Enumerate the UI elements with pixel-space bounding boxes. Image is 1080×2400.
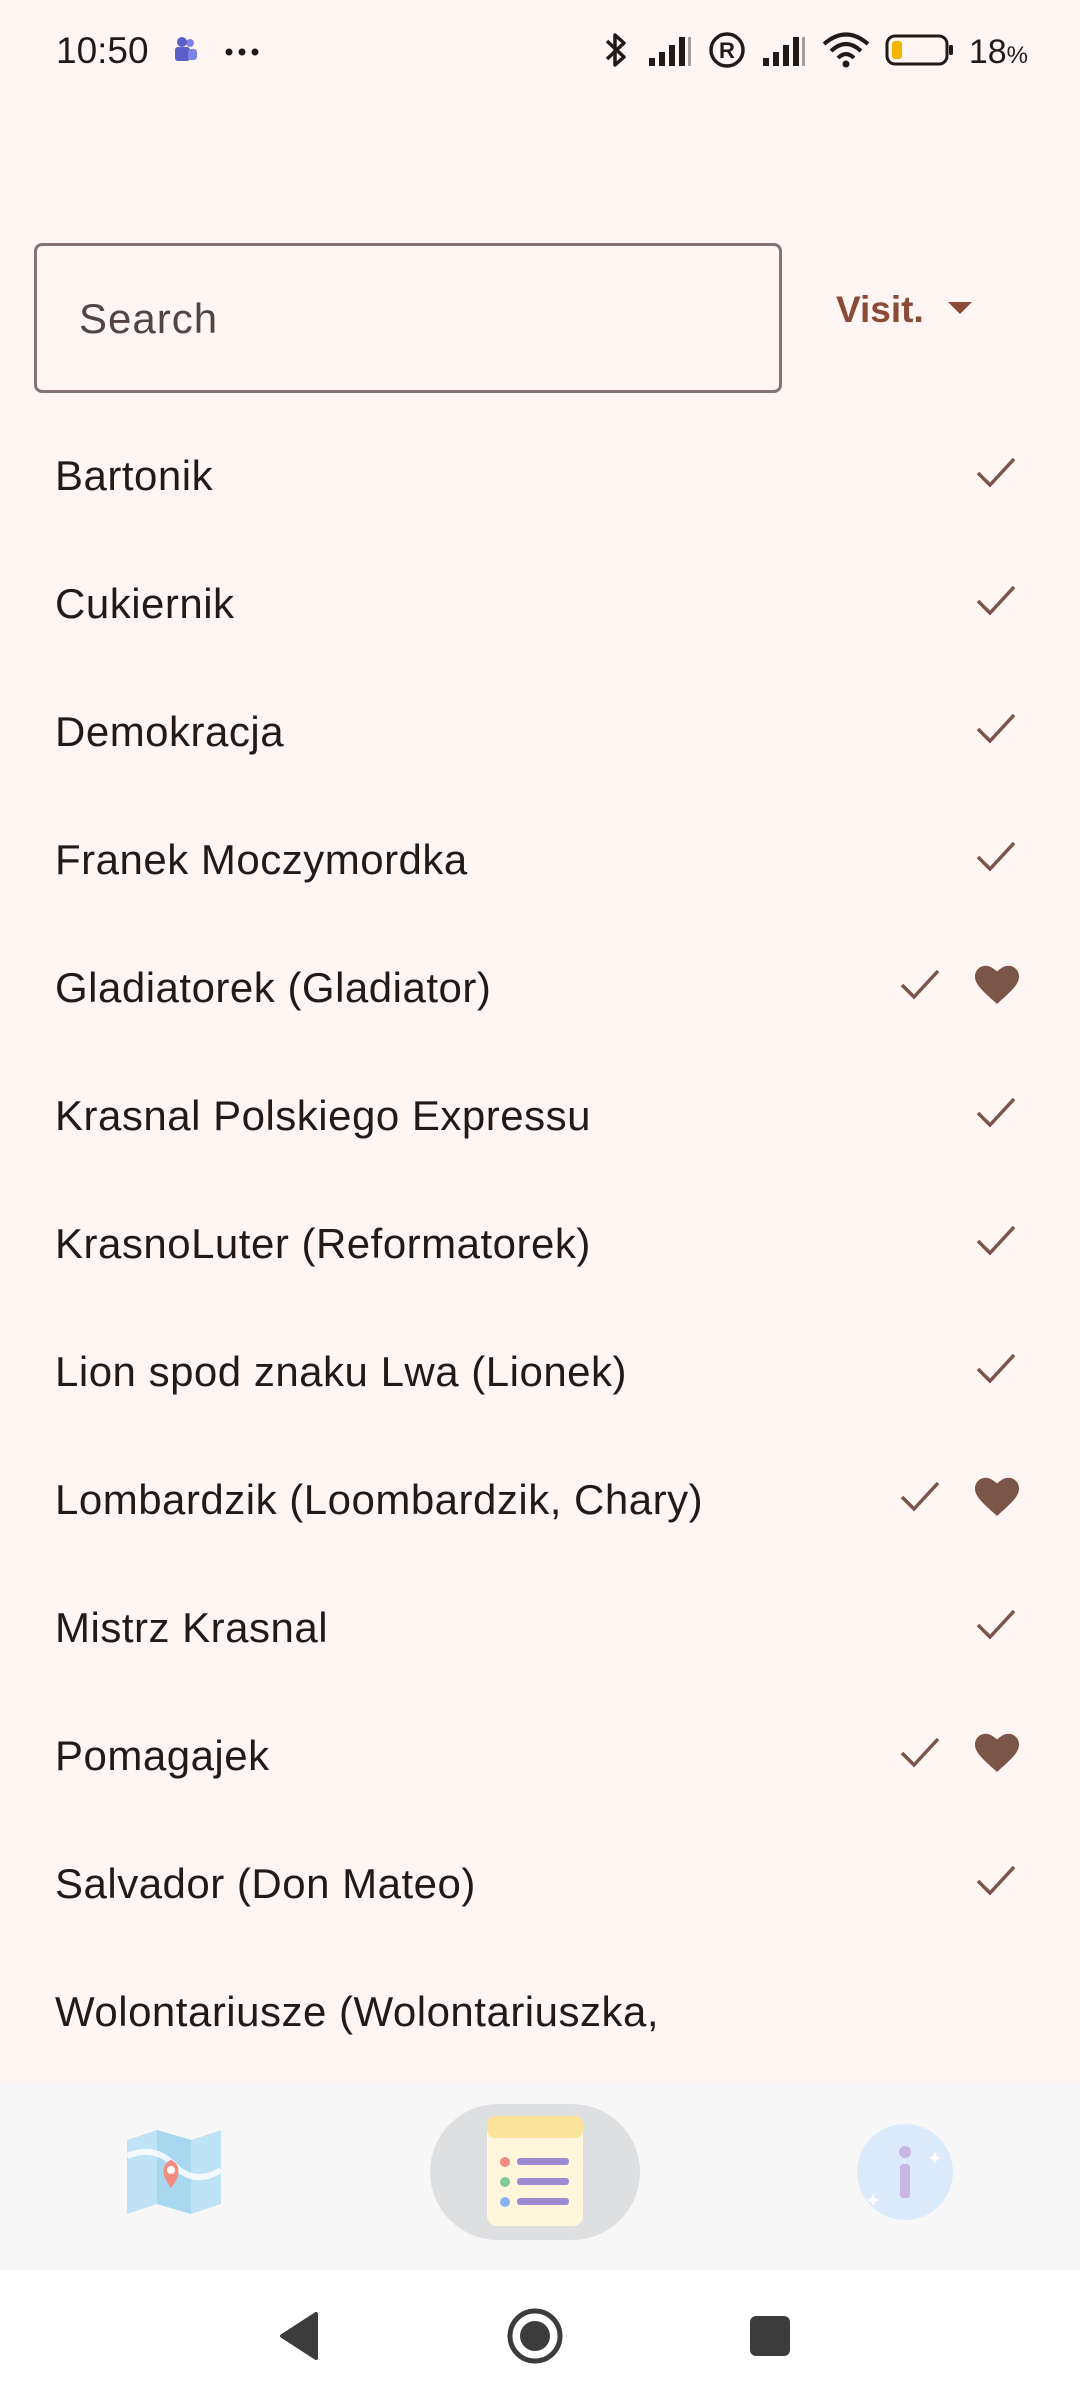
favorite-heart-icon[interactable] [974,1732,1020,1779]
bluetooth-icon [599,30,633,75]
visited-check-icon [897,1476,943,1521]
visited-check-icon [973,1604,1019,1649]
list-item[interactable]: KrasnoLuter (Reformatorek) [0,1178,1080,1306]
dwarf-list[interactable]: Bartonik Cukiernik Demokracja Franek Moc… [0,410,1080,2060]
list-item-name: Wolontariusze (Wolontariuszka, [55,1988,660,2035]
visited-check-icon [973,452,1019,497]
visited-check-icon [973,1860,1019,1905]
list-item[interactable]: Lion spod znaku Lwa (Lionek) [0,1306,1080,1434]
list-item-name: KrasnoLuter (Reformatorek) [55,1220,591,1267]
system-navigation-bar [0,2270,1080,2400]
list-item-name: Gladiatorek (Gladiator) [55,964,492,1011]
visited-check-icon [973,1220,1019,1265]
visited-check-icon [897,1732,943,1777]
list-item[interactable]: Cukiernik [0,538,1080,666]
more-notifications-icon [224,44,260,62]
list-item[interactable]: Bartonik [0,410,1080,538]
list-item[interactable]: Wolontariusze (Wolontariuszka, [0,1946,1080,2060]
roaming-icon: R [707,30,747,75]
list-item-name: Pomagajek [55,1732,270,1779]
battery-icon [885,33,955,72]
list-item[interactable]: Demokracja [0,666,1080,794]
search-field[interactable] [34,243,782,393]
visited-filter-dropdown[interactable]: Visit. [836,274,974,346]
list-item-name: Cukiernik [55,580,235,627]
favorite-heart-icon[interactable] [974,964,1020,1011]
list-item-name: Lombardzik (Loombardzik, Chary) [55,1476,704,1523]
list-item-name: Franek Moczymordka [55,836,468,883]
wifi-icon [821,31,871,74]
visited-check-icon [973,1092,1019,1137]
visited-check-icon [973,836,1019,881]
list-item[interactable]: Gladiatorek (Gladiator) [0,922,1080,1050]
list-item[interactable]: Pomagajek [0,1690,1080,1818]
visited-check-icon [973,1348,1019,1393]
list-item-name: Lion spod znaku Lwa (Lionek) [55,1348,628,1395]
list-item-name: Salvador (Don Mateo) [55,1860,476,1907]
back-icon[interactable] [270,2306,330,2366]
status-time: 10:50 [56,30,149,71]
visited-check-icon [897,964,943,1009]
teams-icon [170,34,202,71]
signal-icon [647,32,693,73]
nav-map-button[interactable] [70,2104,280,2240]
list-item-name: Demokracja [55,708,285,755]
recents-icon[interactable] [740,2306,800,2366]
svg-text:R: R [719,38,735,63]
list-item[interactable]: Franek Moczymordka [0,794,1080,922]
filter-selected-label: Visit. [836,289,924,330]
search-input[interactable] [77,246,761,392]
list-item[interactable]: Salvador (Don Mateo) [0,1818,1080,1946]
nav-list-button[interactable] [430,2104,640,2240]
list-item-name: Mistrz Krasnal [55,1604,329,1651]
favorite-heart-icon[interactable] [974,1476,1020,1523]
list-item[interactable]: Krasnal Polskiego Expressu [0,1050,1080,1178]
home-icon[interactable] [505,2306,565,2366]
bottom-navigation [0,2082,1080,2270]
signal-icon-2 [761,32,807,73]
battery-percentage: 18% [968,33,1028,71]
nav-info-button[interactable] [800,2104,1010,2240]
visited-check-icon [973,580,1019,625]
visited-check-icon [973,708,1019,753]
list-item-name: Krasnal Polskiego Expressu [55,1092,591,1139]
status-bar: 10:50 R 18% [0,0,1080,110]
dropdown-arrow-icon [946,300,974,321]
list-item-name: Bartonik [55,452,214,499]
list-item[interactable]: Mistrz Krasnal [0,1562,1080,1690]
list-item[interactable]: Lombardzik (Loombardzik, Chary) [0,1434,1080,1562]
